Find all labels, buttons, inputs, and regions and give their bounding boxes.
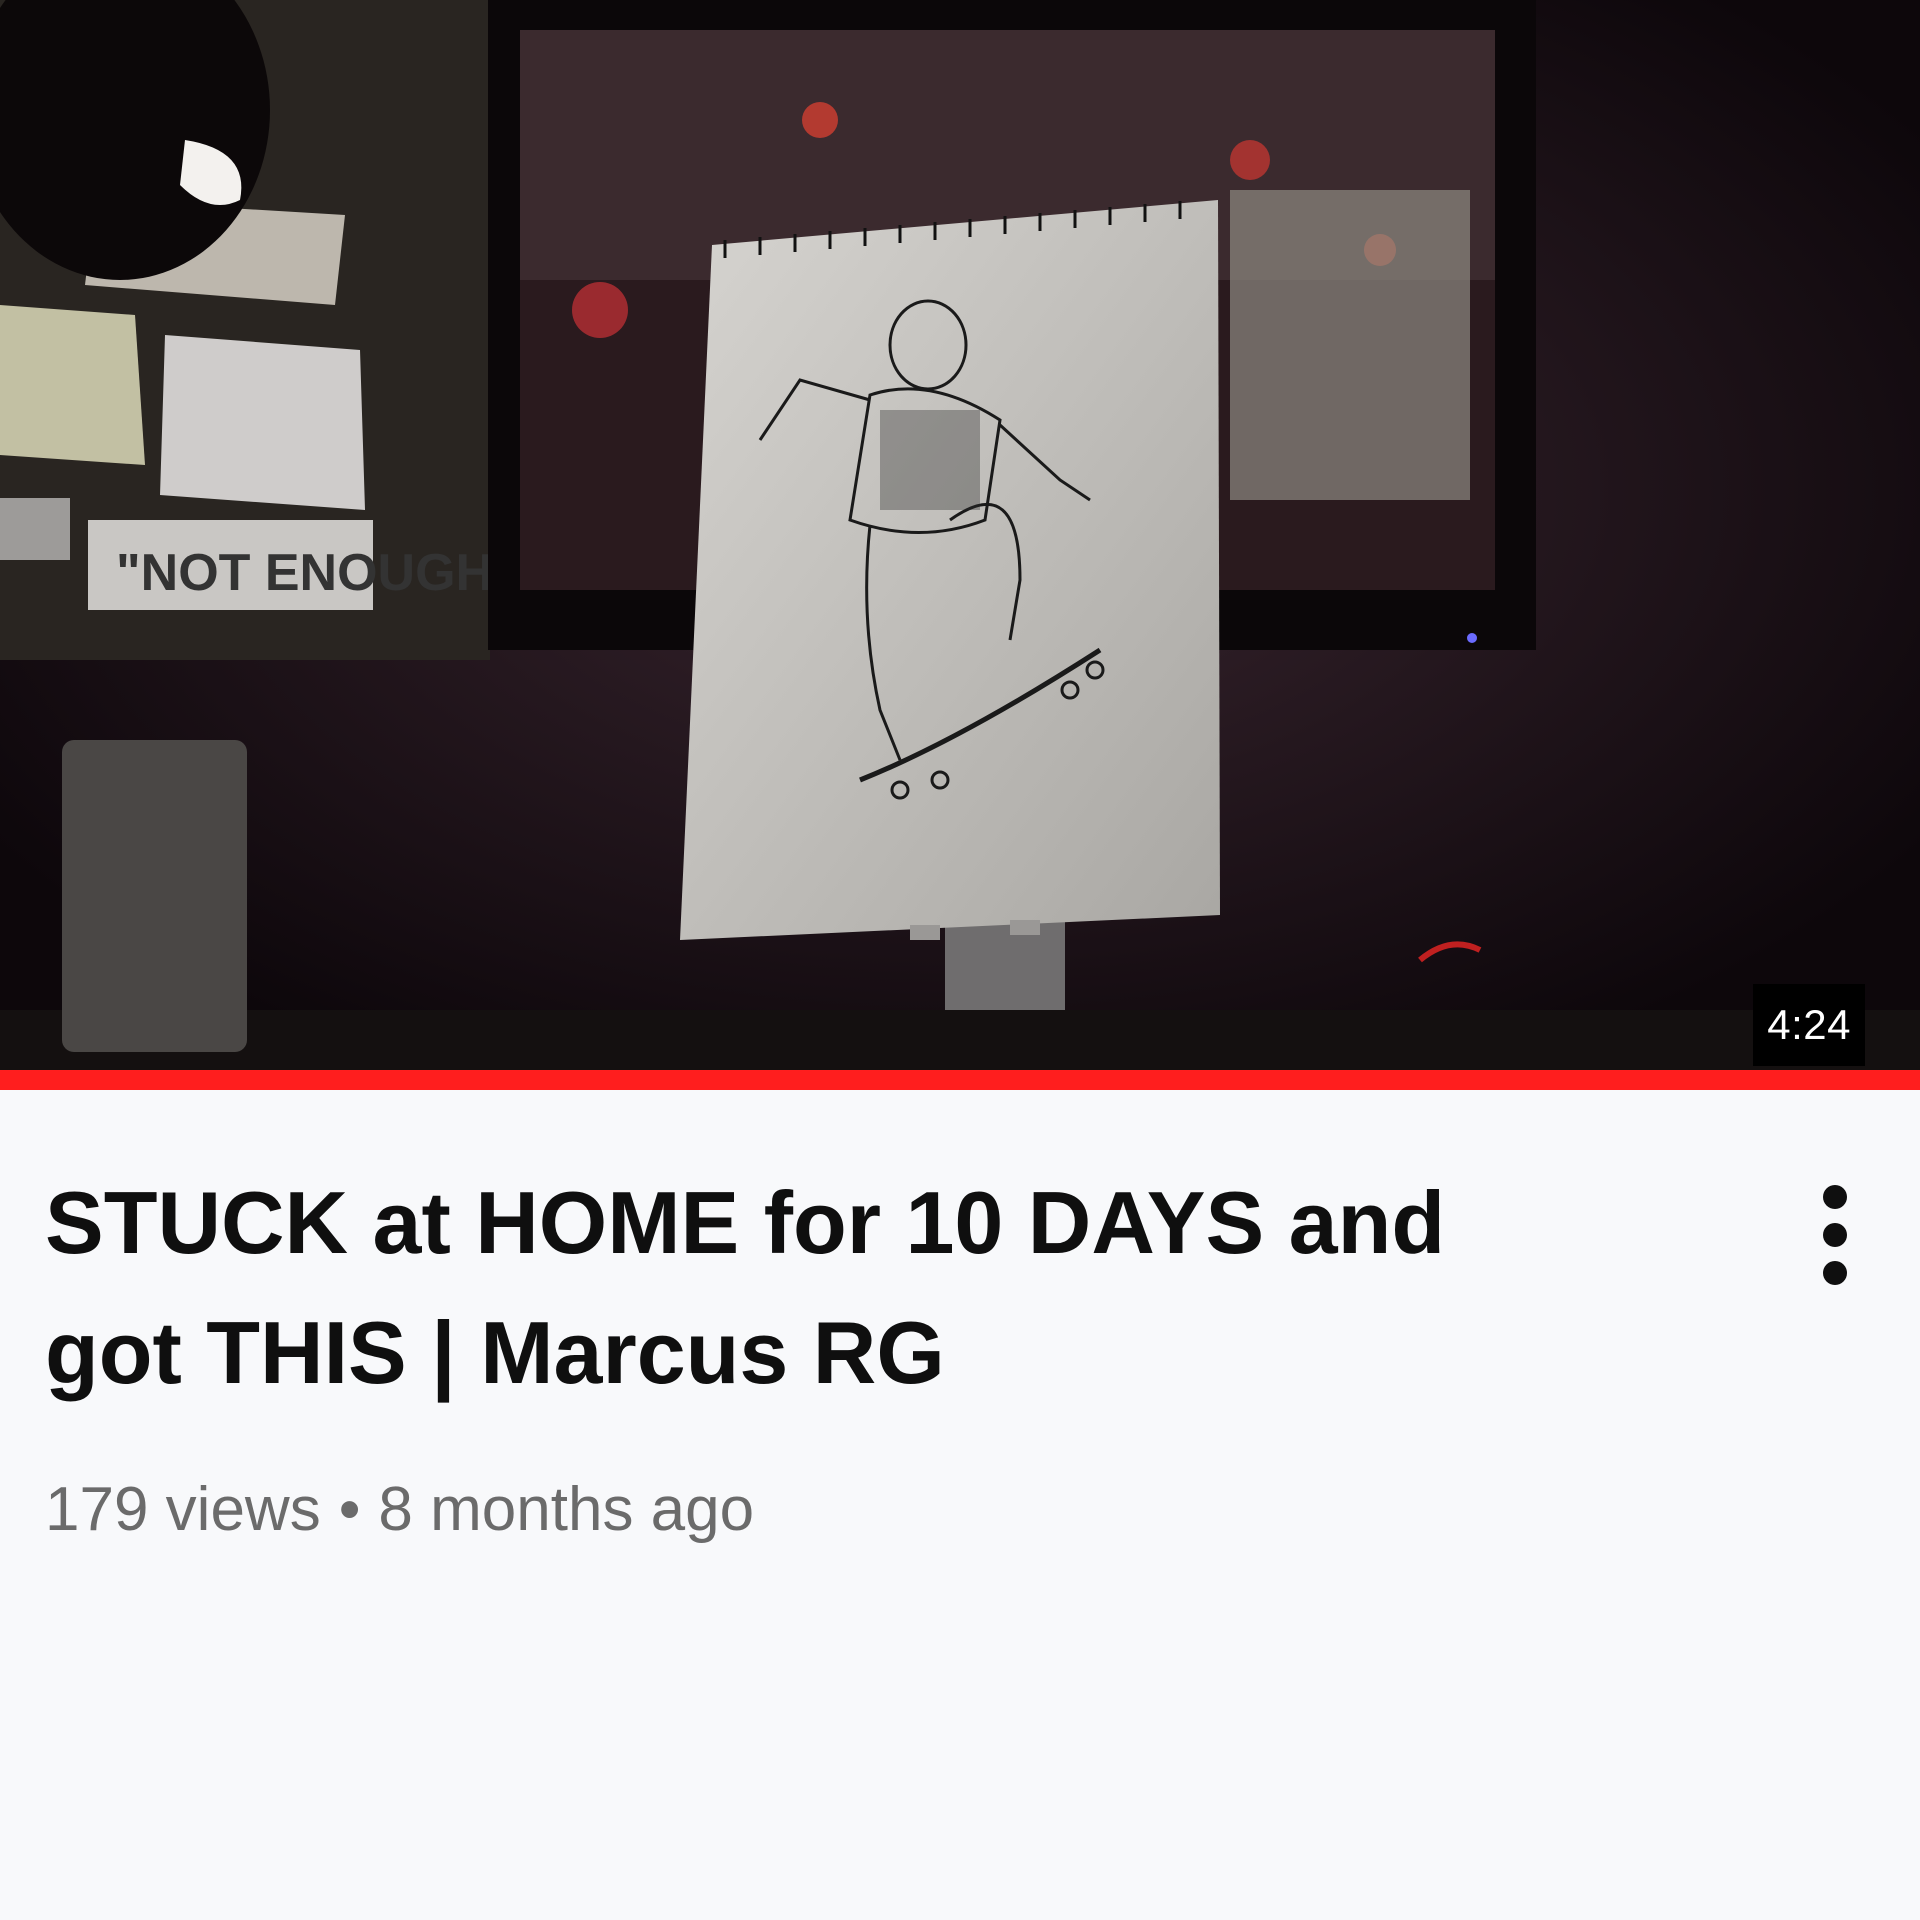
video-title[interactable]: STUCK at HOME for 10 DAYS and got THIS |… [45,1158,1525,1418]
more-vert-icon-dot [1823,1223,1847,1247]
video-metadata: 179 views • 8 months ago [45,1475,754,1545]
thumbnail-scene: "NOT ENOUGH" [0,0,1920,1088]
more-options-button[interactable] [1800,1180,1870,1290]
more-vert-icon-dot [1823,1261,1847,1285]
upload-age: 8 months ago [378,1475,755,1544]
watch-progress-bar [0,1070,1920,1090]
duration-badge: 4:24 [1753,984,1865,1066]
video-thumbnail[interactable]: "NOT ENOUGH" 4:24 [0,0,1920,1088]
video-card[interactable]: "NOT ENOUGH" 4:24 STUCK at HOME for 10 D… [0,0,1920,1920]
sign-text: "NOT ENOUGH" [116,544,518,602]
more-vert-icon [1823,1185,1847,1209]
watch-progress-fill [0,1070,1920,1090]
meta-separator: • [338,1475,361,1544]
view-count: 179 views [45,1475,321,1544]
